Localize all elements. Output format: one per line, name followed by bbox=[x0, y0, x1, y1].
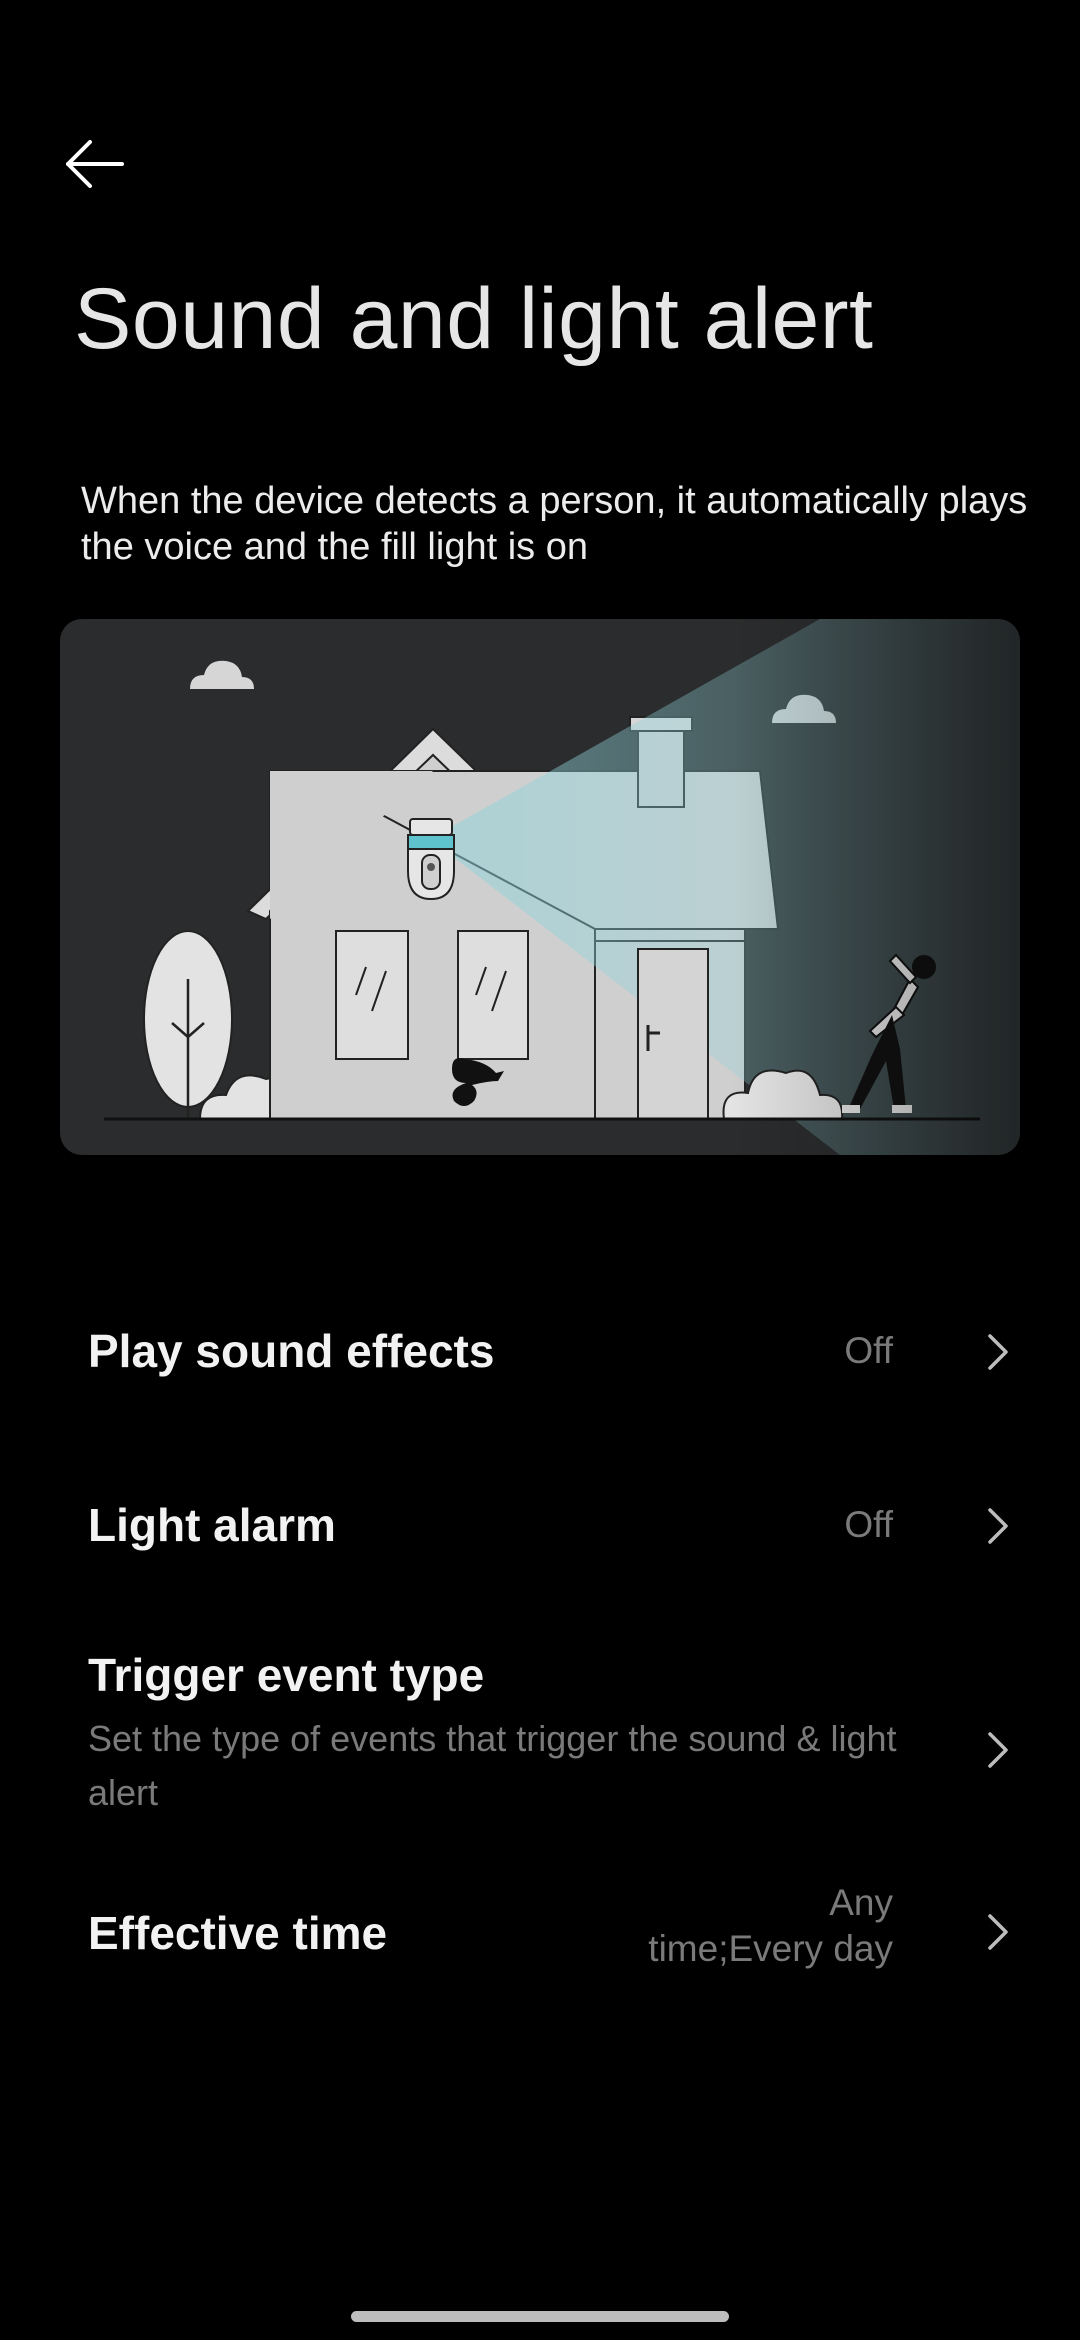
setting-effective-time[interactable]: Effective time Any time;Every day bbox=[0, 1880, 1080, 1980]
setting-subtitle: Set the type of events that trigger the … bbox=[88, 1718, 897, 1813]
page-description: When the device detects a person, it aut… bbox=[81, 480, 1028, 568]
setting-light-alarm[interactable]: Light alarm Off bbox=[0, 1494, 1080, 1558]
chevron-right-icon bbox=[988, 1508, 1008, 1544]
chevron-right-icon bbox=[988, 1732, 1008, 1768]
effective-time-value-line1: Any bbox=[829, 1882, 893, 1923]
setting-value: Any time;Every day bbox=[648, 1880, 893, 1972]
chevron-right-icon bbox=[988, 1334, 1008, 1370]
back-button[interactable] bbox=[64, 128, 156, 200]
home-indicator[interactable] bbox=[351, 2311, 729, 2322]
setting-value: Off bbox=[844, 1504, 893, 1545]
page-title: Sound and light alert bbox=[74, 271, 874, 367]
setting-label: Trigger event type bbox=[88, 1649, 485, 1701]
setting-label: Play sound effects bbox=[88, 1325, 495, 1377]
house-camera-person-illustration bbox=[60, 619, 1020, 1155]
setting-label: Light alarm bbox=[88, 1499, 336, 1551]
setting-value: Off bbox=[844, 1330, 893, 1371]
effective-time-value-line2: time;Every day bbox=[648, 1928, 893, 1969]
arrow-left-icon bbox=[66, 140, 124, 188]
chevron-right-icon bbox=[988, 1914, 1008, 1950]
setting-play-sound-effects[interactable]: Play sound effects Off bbox=[0, 1320, 1080, 1384]
setting-label: Effective time bbox=[88, 1907, 388, 1959]
illustration-card bbox=[60, 619, 1020, 1155]
setting-trigger-event-type[interactable]: Trigger event type Set the type of event… bbox=[0, 1644, 1080, 1814]
